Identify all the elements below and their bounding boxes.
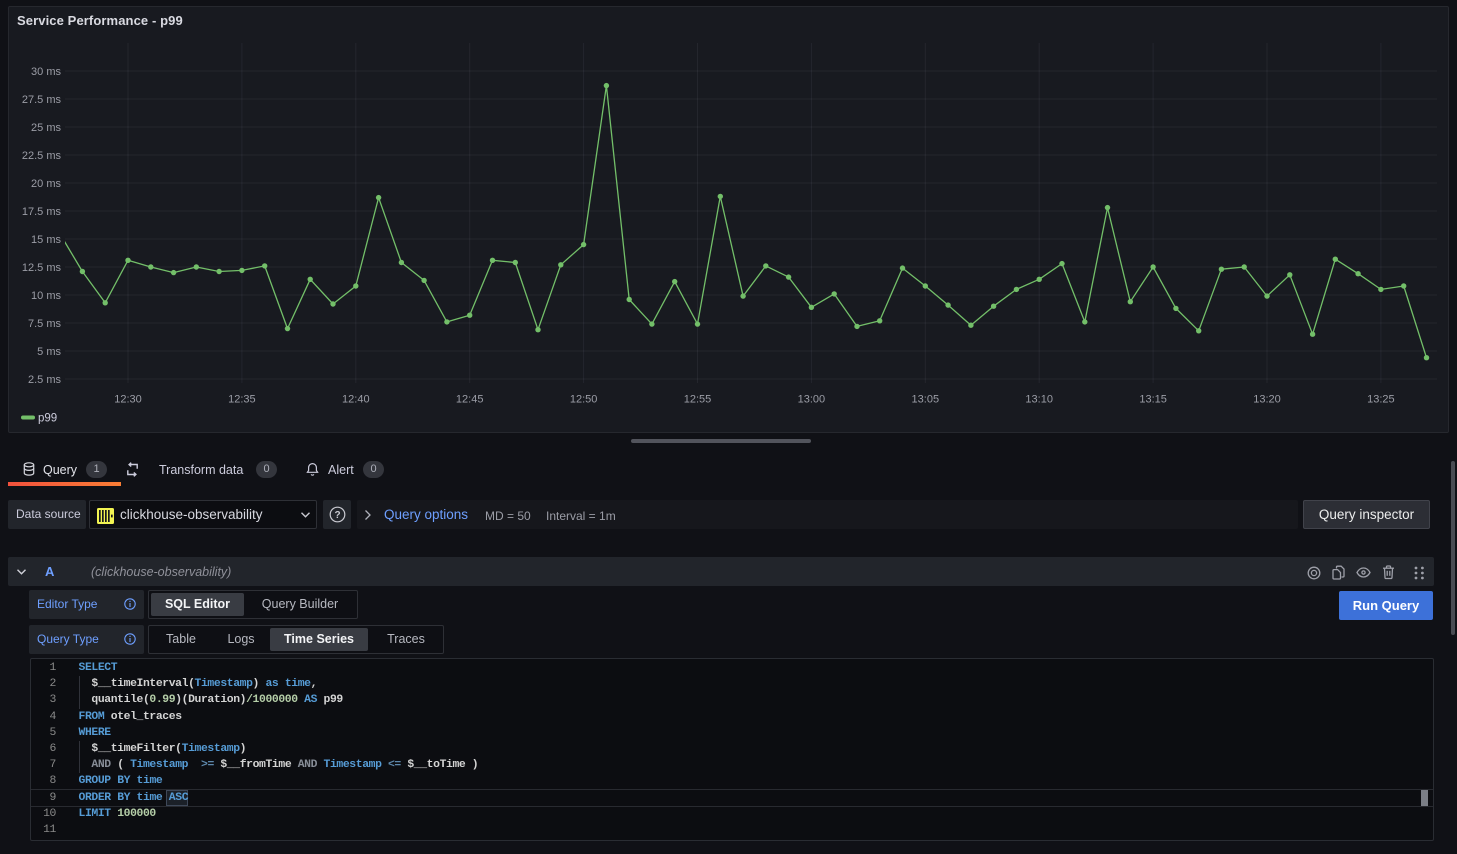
svg-text:10 ms: 10 ms (31, 290, 61, 302)
svg-text:13:10: 13:10 (1025, 394, 1053, 406)
svg-text:13:00: 13:00 (798, 394, 826, 406)
svg-text:13:05: 13:05 (912, 394, 940, 406)
svg-text:2.5 ms: 2.5 ms (28, 374, 62, 386)
svg-text:5 ms: 5 ms (37, 346, 61, 358)
svg-text:12:40: 12:40 (342, 394, 370, 406)
svg-text:12:50: 12:50 (570, 394, 598, 406)
svg-text:13:20: 13:20 (1253, 394, 1281, 406)
svg-text:12:30: 12:30 (114, 394, 142, 406)
svg-text:25 ms: 25 ms (31, 122, 61, 134)
svg-text:15 ms: 15 ms (31, 234, 61, 246)
svg-text:?: ? (334, 510, 340, 521)
svg-text:17.5 ms: 17.5 ms (22, 206, 62, 218)
svg-text:30 ms: 30 ms (31, 66, 61, 78)
svg-text:12:55: 12:55 (684, 394, 712, 406)
svg-text:12.5 ms: 12.5 ms (22, 262, 62, 274)
svg-text:13:25: 13:25 (1367, 394, 1395, 406)
svg-text:p99: p99 (38, 413, 57, 425)
svg-text:13:15: 13:15 (1139, 394, 1167, 406)
svg-text:12:35: 12:35 (228, 394, 256, 406)
svg-text:12:45: 12:45 (456, 394, 484, 406)
svg-text:22.5 ms: 22.5 ms (22, 150, 62, 162)
svg-text:20 ms: 20 ms (31, 178, 61, 190)
svg-text:27.5 ms: 27.5 ms (22, 94, 62, 106)
svg-text:7.5 ms: 7.5 ms (28, 318, 62, 330)
